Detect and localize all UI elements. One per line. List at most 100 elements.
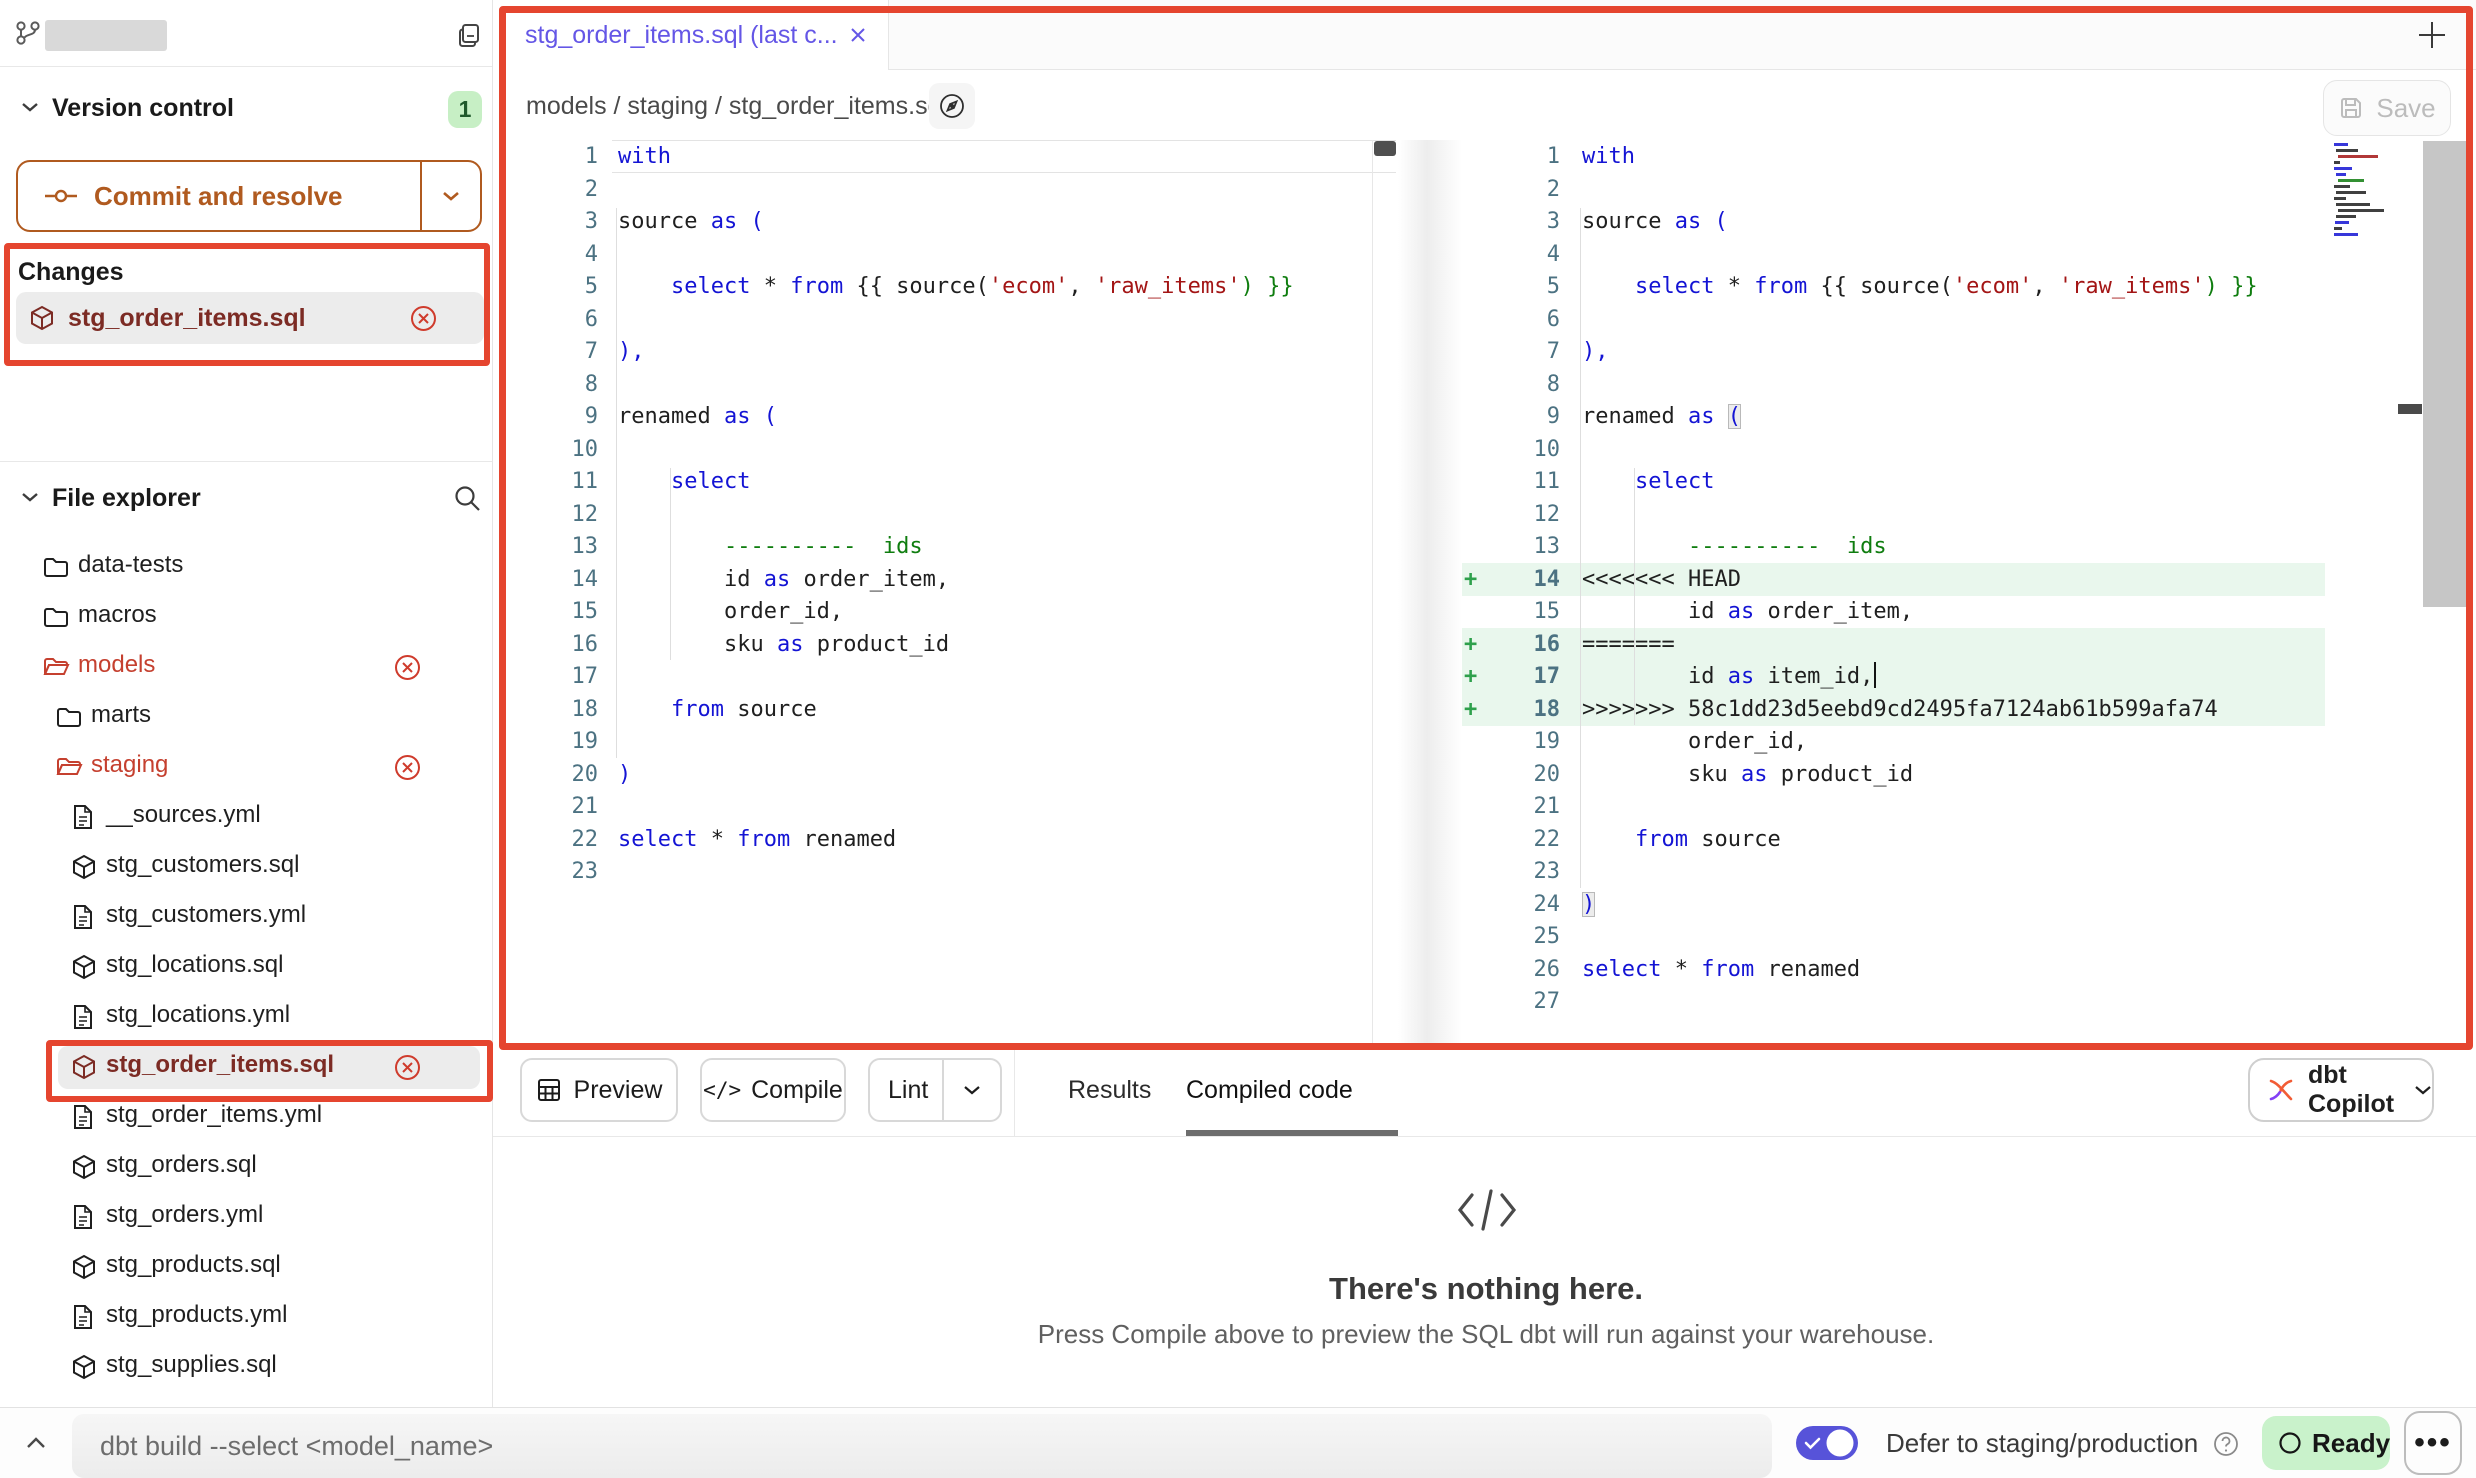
code-line[interactable]: sku as product_id [618,628,949,661]
code-line[interactable]: sku as product_id [1582,758,1913,791]
code-line[interactable]: with [1582,140,1635,173]
empty-state: There's nothing here. Press Compile abov… [493,1137,2476,1407]
line-number: 22 [1490,823,1560,856]
code-line[interactable]: select * from renamed [1582,953,1860,986]
compile-button[interactable]: </> Compile [700,1058,846,1122]
preview-button[interactable]: Preview [520,1058,678,1122]
code-line[interactable]: >>>>>>> 58c1dd23d5eebd9cd2495fa7124ab61b… [1582,693,2218,726]
file-item-macros[interactable]: macros [0,592,492,642]
line-number: 3 [1490,205,1560,238]
file-item-stg_orders.sql[interactable]: stg_orders.sql [0,1142,492,1192]
code-line[interactable]: from source [618,693,817,726]
code-line[interactable]: select * from {{ source('ecom', 'raw_ite… [1582,270,2258,303]
line-number: 6 [1490,303,1560,336]
commit-and-resolve-button[interactable]: Commit and resolve [16,160,482,232]
discard-icon[interactable] [394,654,421,681]
file-item-stg_customers.sql[interactable]: stg_customers.sql [0,842,492,892]
doc-icon [70,1003,96,1031]
code-line[interactable]: renamed as ( [1582,400,1741,433]
line-number: 8 [1490,368,1560,401]
discard-icon[interactable] [394,1054,421,1081]
code-line[interactable]: select * from {{ source('ecom', 'raw_ite… [618,270,1294,303]
pane-sash[interactable] [1398,140,1462,1050]
collapse-chevron-icon[interactable] [24,1434,48,1450]
minimap-line [2336,173,2346,176]
help-icon[interactable] [2212,1430,2240,1458]
file-item-data-tests[interactable]: data-tests [0,542,492,592]
line-number: 5 [528,270,598,303]
file-item-label: marts [91,701,151,729]
code-line[interactable]: source as ( [618,205,764,238]
folder-icon [42,603,70,631]
diff-editor[interactable]: 1with23source as (45 select * from {{ so… [493,0,2476,1050]
left-pane-scrollbar-thumb[interactable] [1374,141,1396,156]
line-number: 27 [1490,985,1560,1018]
commit-icon [44,186,78,206]
folder-open-icon [55,753,83,781]
tab-results[interactable]: Results [1068,1058,1151,1122]
code-line[interactable]: select [618,465,750,498]
code-line[interactable]: source as ( [1582,205,1728,238]
file-item-stg_orders.yml[interactable]: stg_orders.yml [0,1192,492,1242]
code-line[interactable]: ), [1582,335,1609,368]
discard-icon[interactable] [410,305,437,332]
lint-dropdown[interactable] [942,1060,1000,1120]
file-item-stg_supplies.sql[interactable]: stg_supplies.sql [0,1342,492,1392]
file-item-marts[interactable]: marts [0,692,492,742]
file-item-stg_order_items.yml[interactable]: stg_order_items.yml [0,1092,492,1142]
defer-toggle[interactable] [1796,1426,1858,1460]
line-number: 2 [528,173,598,206]
code-line[interactable]: order_id, [618,595,843,628]
file-item-stg_customers.yml[interactable]: stg_customers.yml [0,892,492,942]
file-item-stg_order_items.sql[interactable]: stg_order_items.sql [0,1042,492,1092]
right-scrollbar-marker[interactable] [2398,404,2422,414]
minimap[interactable] [2334,143,2396,239]
code-line[interactable]: ======= [1582,628,1675,661]
file-item-stg_locations.yml[interactable]: stg_locations.yml [0,992,492,1042]
copy-icon[interactable] [455,22,483,50]
discard-icon[interactable] [394,754,421,781]
code-line[interactable]: id as order_item, [1582,595,1913,628]
code-line[interactable]: renamed as ( [618,400,777,433]
indent-guide [1580,208,1581,888]
line-number: 13 [528,530,598,563]
code-line[interactable]: order_id, [1582,725,1807,758]
file-item-stg_locations.sql[interactable]: stg_locations.sql [0,942,492,992]
lint-button[interactable]: Lint [868,1058,1002,1122]
code-line[interactable]: with [618,140,671,173]
code-line[interactable]: select * from renamed [618,823,896,856]
git-branch-icon[interactable] [14,19,42,47]
code-line[interactable]: ) [618,758,631,791]
code-line[interactable]: id as order_item, [618,563,949,596]
current-line-highlight [612,140,1396,173]
code-line[interactable]: ), [618,335,645,368]
file-item-staging[interactable]: staging [0,742,492,792]
model-icon [70,1153,98,1181]
file-item-stg_products.sql[interactable]: stg_products.sql [0,1242,492,1292]
tab-compiled-code[interactable]: Compiled code [1186,1058,1353,1122]
dbt-copilot-button[interactable]: dbt Copilot [2248,1058,2434,1122]
file-explorer-title[interactable]: File explorer [52,484,201,513]
code-line[interactable]: ---------- ids [1582,530,1887,563]
changes-item[interactable]: stg_order_items.sql [16,292,484,344]
right-scrollbar-track[interactable] [2423,141,2467,607]
file-item-stg_products.yml[interactable]: stg_products.yml [0,1292,492,1342]
version-control-chevron-icon[interactable] [20,100,40,114]
code-line[interactable]: ---------- ids [618,530,923,563]
search-icon[interactable] [452,483,482,513]
version-control-title[interactable]: Version control [52,94,234,123]
file-item-__sources.yml[interactable]: __sources.yml [0,792,492,842]
code-line[interactable]: select [1582,465,1714,498]
file-explorer-chevron-icon[interactable] [20,490,40,504]
file-item-models[interactable]: models [0,642,492,692]
command-input[interactable]: dbt build --select <model_name> [72,1414,1772,1478]
more-button[interactable]: ••• [2404,1411,2462,1475]
code-line[interactable]: id as item_id, [1582,660,1876,693]
code-line[interactable]: ) [1582,888,1595,921]
code-line[interactable]: <<<<<<< HEAD [1582,563,1741,596]
commit-dropdown[interactable] [420,162,480,230]
lint-label: Lint [888,1076,928,1105]
minimap-line [2334,167,2352,170]
ready-status-badge[interactable]: Ready [2262,1416,2390,1470]
code-line[interactable]: from source [1582,823,1781,856]
